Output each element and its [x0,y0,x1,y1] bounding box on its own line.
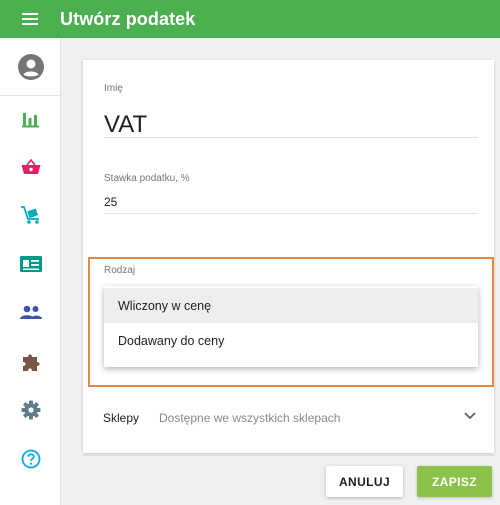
chevron-down-icon [464,412,476,420]
gear-icon [21,400,40,420]
shops-select[interactable]: Sklepy Dostępne we wszystkich sklepach [83,400,494,436]
id-card-icon [19,256,42,272]
name-field-underline [104,137,478,138]
sidebar-item-settings[interactable] [0,390,61,430]
sidebar-item-orders[interactable] [0,147,61,187]
puzzle-icon [22,354,40,371]
highlight-box [88,257,494,387]
sidebar-item-help[interactable] [0,439,61,479]
name-field-label: Imię [104,83,123,94]
sidebar-item-account[interactable] [0,47,61,87]
page-title: Utwórz podatek [60,8,196,29]
help-icon [21,449,40,469]
save-button[interactable]: ZAPISZ [417,466,492,497]
sidebar [0,38,61,505]
people-icon [19,305,42,319]
cancel-button[interactable]: ANULUJ [326,466,403,497]
basket-icon [21,159,40,174]
shops-label: Sklepy [103,411,140,425]
rate-field-underline [104,213,478,214]
name-field[interactable]: VAT [104,111,147,139]
sidebar-divider [0,95,61,96]
rate-field[interactable]: 25 [104,195,117,209]
menu-icon [22,13,38,25]
sidebar-item-extensions[interactable] [0,342,61,382]
form-footer-divider [83,455,494,456]
menu-button[interactable] [0,0,60,38]
app-bar: Utwórz podatek [0,0,500,38]
sidebar-item-products[interactable] [0,195,61,235]
account-circle-icon [17,54,44,80]
sidebar-item-customers[interactable] [0,244,61,284]
cart-icon [20,206,39,224]
sidebar-item-reports[interactable] [0,99,61,139]
sidebar-item-users[interactable] [0,292,61,332]
rate-field-label: Stawka podatku, % [104,173,190,184]
shops-value: Dostępne we wszystkich sklepach [159,411,341,425]
bar-chart-icon [21,113,39,128]
